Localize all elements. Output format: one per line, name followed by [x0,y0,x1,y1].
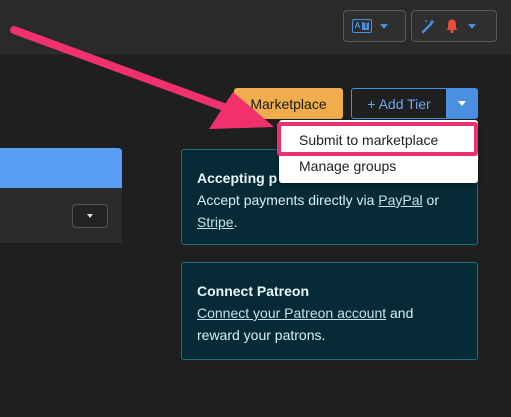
magic-wand-icon [421,19,435,34]
card-text-part: or [422,192,439,208]
tools-button[interactable] [411,10,497,42]
highlight-box [277,122,478,156]
paypal-link[interactable]: PayPal [378,192,422,208]
chevron-down-icon [458,101,466,106]
selected-item[interactable] [0,148,122,188]
card-text-part: . [233,214,238,230]
card-text: Accept payments directly via PayPal or St… [197,189,462,233]
card-text-part: and [386,305,414,321]
manage-groups-item[interactable]: Manage groups [299,158,396,174]
add-tier-dropdown-toggle[interactable] [446,88,478,119]
language-button[interactable]: AT [343,10,406,42]
add-tier-button[interactable]: + Add Tier [351,88,447,119]
stripe-link[interactable]: Stripe [197,214,234,230]
chevron-down-icon [380,23,388,29]
options-dropdown[interactable] [72,204,108,228]
left-panel [0,148,122,243]
chevron-down-icon [468,23,476,29]
card-text-part: Accept payments directly via [197,192,379,208]
translate-icon: AT [352,19,372,33]
chevron-down-icon [87,214,93,218]
card-title: Connect Patreon [197,283,310,299]
marketplace-button[interactable]: Marketplace [234,88,343,119]
card-text: Connect your Patreon account and reward y… [197,302,462,346]
patreon-card: Connect Patreon Connect your Patreon acc… [181,262,478,360]
bell-icon [446,19,458,34]
top-bar: AT [0,0,511,54]
card-text-part: reward your patrons. [197,327,326,343]
patreon-link[interactable]: Connect your Patreon account [197,305,386,321]
